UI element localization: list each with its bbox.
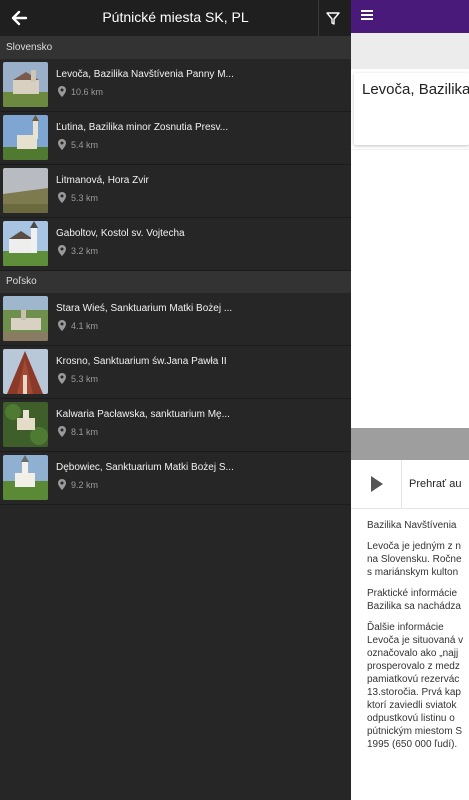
place-name: Ľutina, Bazilika minor Zosnutia Presv... — [56, 122, 229, 133]
place-distance: 5.4 km — [71, 140, 99, 150]
place-thumbnail — [3, 221, 48, 266]
section-header-slovakia: Slovensko — [0, 37, 351, 59]
description-line: na Slovensku. Ročne — [367, 554, 462, 565]
list-item[interactable]: Dębowiec, Sanktuarium Matki Bożej S... 9… — [0, 452, 351, 505]
place-distance: 5.3 km — [71, 193, 99, 203]
place-thumbnail — [3, 455, 48, 500]
drawer-title: Pútnické miesta SK, PL — [102, 9, 249, 25]
back-arrow-icon[interactable] — [6, 4, 34, 32]
place-distance: 8.1 km — [71, 427, 99, 437]
place-name: Kalwaria Pacławska, sanktuarium Mę... — [56, 409, 230, 420]
media-bar — [351, 428, 469, 460]
section-header-poland: Poľsko — [0, 271, 351, 293]
place-thumbnail — [3, 349, 48, 394]
place-thumbnail — [3, 115, 48, 160]
place-thumbnail — [3, 402, 48, 447]
list-item[interactable]: Krosno, Sanktuarium św.Jana Pawła II 5.3… — [0, 346, 351, 399]
media-area — [351, 149, 469, 428]
navigation-drawer: Pútnické miesta SK, PL Slovensko Levoča,… — [0, 0, 351, 800]
place-distance: 4.1 km — [71, 321, 99, 331]
filter-icon[interactable] — [323, 8, 343, 28]
description-line: 13.storočia. Prvá kap — [367, 687, 461, 698]
toolbar-divider — [318, 0, 319, 36]
list-item[interactable]: Litmanová, Hora Zvir 5.3 km — [0, 165, 351, 218]
list-item[interactable]: Ľutina, Bazilika minor Zosnutia Presv...… — [0, 112, 351, 165]
location-pin-icon — [58, 192, 66, 203]
description-line: odpustkovú listinu o — [367, 713, 455, 724]
location-pin-icon — [58, 320, 66, 331]
description-line: prosperovalo z medz — [367, 661, 460, 672]
location-pin-icon — [58, 139, 66, 150]
description-line: Bazilika sa nachádza — [367, 601, 461, 612]
header-band — [351, 33, 469, 69]
place-title: Levoča, Bazilika — [362, 81, 469, 98]
place-name: Litmanová, Hora Zvir — [56, 175, 149, 186]
location-pin-icon — [58, 373, 66, 384]
description-line: Praktické informácie — [367, 588, 458, 599]
place-name: Stara Wieś, Sanktuarium Matki Bożej ... — [56, 303, 233, 314]
description-text: Bazilika Navštívenia Levoča je jedným z … — [351, 509, 469, 751]
place-thumbnail — [3, 296, 48, 341]
place-distance: 10.6 km — [71, 87, 104, 97]
list-item[interactable]: Levoča, Bazilika Navštívenia Panny M... … — [0, 59, 351, 112]
detail-pane: Levoča, Bazilika Prehrať au Bazilika Nav… — [351, 0, 469, 800]
description-line: pútnickým miestom S — [367, 726, 463, 737]
place-distance: 3.2 km — [71, 246, 99, 256]
description-line: Ďalšie informácie — [367, 622, 444, 633]
description-line: Levoča je situovaná v — [367, 635, 464, 646]
place-name: Gaboltov, Kostol sv. Vojtecha — [56, 228, 185, 239]
place-name: Krosno, Sanktuarium św.Jana Pawła II — [56, 356, 227, 367]
menu-icon[interactable] — [361, 10, 373, 20]
list-item[interactable]: Kalwaria Pacławska, sanktuarium Mę... 8.… — [0, 399, 351, 452]
header-card: Levoča, Bazilika — [354, 73, 469, 145]
description-line: označovalo ako „najj — [367, 648, 459, 659]
description-line: s mariánskym kulton — [367, 567, 459, 578]
location-pin-icon — [58, 86, 66, 97]
drawer-toolbar: Pútnické miesta SK, PL — [0, 0, 351, 37]
location-pin-icon — [58, 479, 66, 490]
place-distance: 5.3 km — [71, 374, 99, 384]
description-line: Levoča je jedným z n — [367, 541, 461, 552]
description-line: Bazilika Navštívenia — [367, 520, 457, 531]
audio-player: Prehrať au — [351, 460, 469, 509]
play-audio-label[interactable]: Prehrať au — [409, 478, 461, 490]
play-icon[interactable] — [351, 460, 402, 508]
place-distance: 9.2 km — [71, 480, 99, 490]
list-item[interactable]: Gaboltov, Kostol sv. Vojtecha 3.2 km — [0, 218, 351, 271]
app-bar — [351, 0, 469, 33]
description-line: pamiatkovú rezervác — [367, 674, 460, 685]
place-thumbnail — [3, 62, 48, 107]
place-name: Levoča, Bazilika Navštívenia Panny M... — [56, 69, 234, 80]
place-thumbnail — [3, 168, 48, 213]
location-pin-icon — [58, 426, 66, 437]
description-line: ktorí zaviedli sviatok — [367, 700, 457, 711]
description-line: 1995 (650 000 ľudí). — [367, 739, 458, 750]
location-pin-icon — [58, 245, 66, 256]
list-item[interactable]: Stara Wieś, Sanktuarium Matki Bożej ... … — [0, 293, 351, 346]
place-name: Dębowiec, Sanktuarium Matki Bożej S... — [56, 462, 234, 473]
